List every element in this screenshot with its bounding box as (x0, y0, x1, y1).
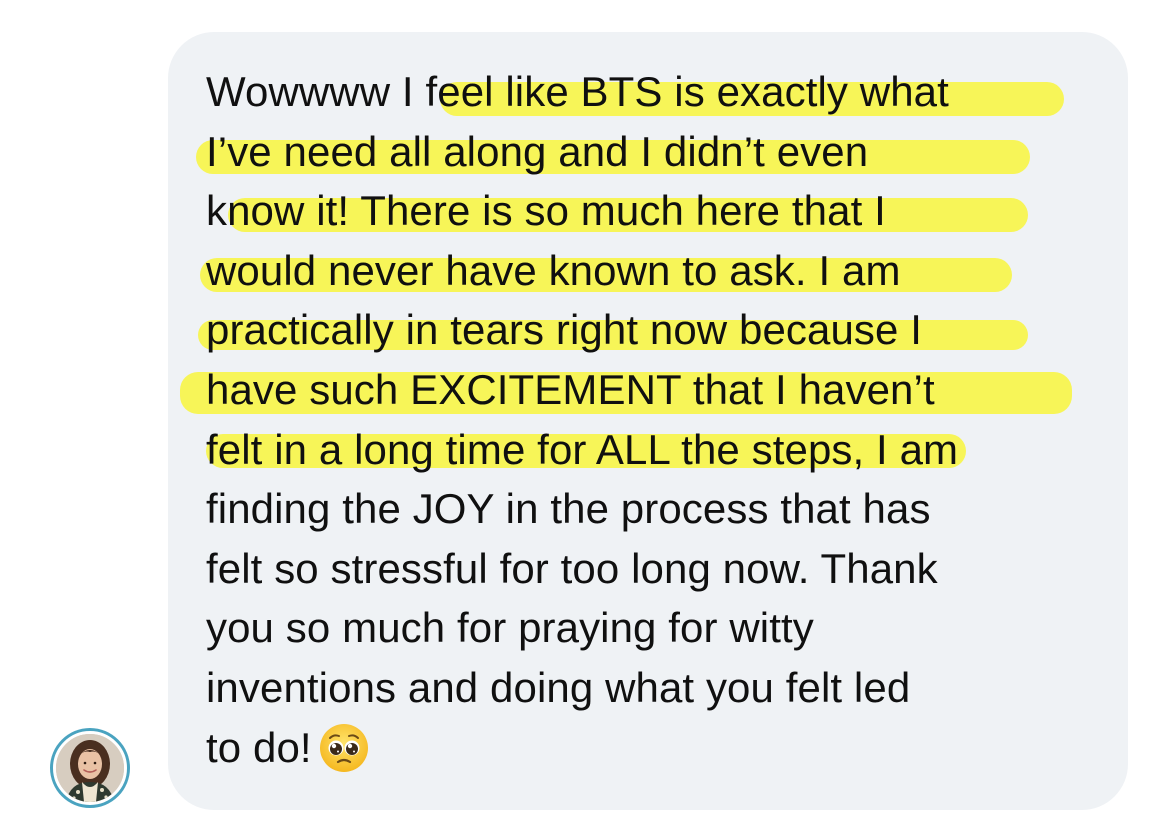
message-line: I’ve need all along and I didn’t even (206, 127, 869, 175)
message-line: know it! There is so much here that I (206, 187, 886, 235)
message-line: felt so stressful for too long now. Than… (206, 544, 938, 592)
message-line: would never have known to ask. I am (206, 246, 901, 294)
message-thread: Wowwww I feel like BTS is exactly what I… (0, 0, 1154, 830)
pleading-face-emoji (319, 723, 368, 772)
message-line: felt in a long time for ALL the steps, I… (206, 425, 959, 473)
message-line: to do! (206, 718, 1106, 778)
message-line: practically in tears right now because I (206, 306, 923, 354)
avatar[interactable] (50, 728, 130, 808)
message-line: Wowwww I feel like BTS is exactly what (206, 68, 949, 115)
message-line: you so much for praying for witty (206, 604, 814, 652)
person-photo-icon (56, 734, 124, 802)
message-line: finding the JOY in the process that has (206, 485, 931, 533)
message-text: Wowwww I feel like BTS is exactly what I… (206, 62, 1106, 777)
message-line: inventions and doing what you felt led (206, 663, 911, 711)
message-line: have such EXCITEMENT that I haven’t (206, 365, 935, 413)
avatar-photo (53, 731, 127, 805)
